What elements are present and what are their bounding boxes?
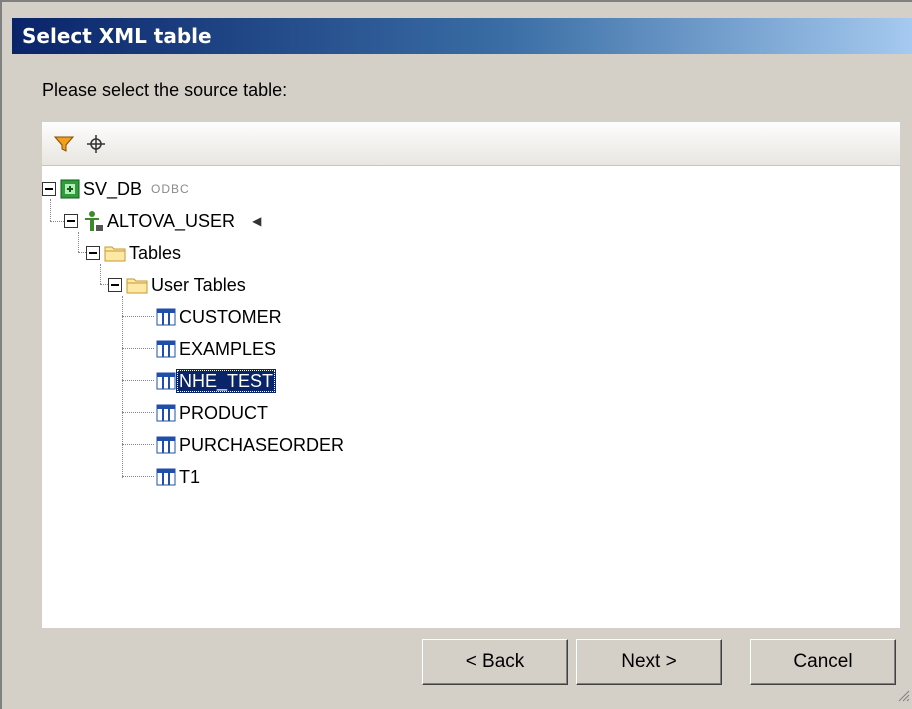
table-item[interactable]: PRODUCT	[156, 399, 271, 427]
table-tree-panel: SV_DB ODBC ALTOVA_USER ◀ Tables User Tab…	[42, 122, 900, 628]
tables-folder-label: Tables	[129, 243, 182, 263]
caret-left-icon: ◀	[252, 214, 262, 228]
tree-connector	[122, 412, 154, 413]
table-name: T1	[179, 467, 201, 487]
table-icon	[156, 468, 176, 486]
table-name: PRODUCT	[179, 403, 268, 423]
table-icon	[156, 372, 176, 390]
collapse-toggle-icon[interactable]	[64, 214, 78, 228]
table-item[interactable]: CUSTOMER	[156, 303, 285, 331]
tree-connector	[122, 296, 123, 478]
table-item-selected[interactable]: NHE_TEST	[156, 367, 277, 395]
tree-node-user-tables-folder[interactable]: User Tables	[108, 271, 249, 299]
tree-toolbar	[42, 122, 900, 166]
user-tables-folder-label: User Tables	[151, 275, 246, 295]
collapse-toggle-icon[interactable]	[86, 246, 100, 260]
tree-connector	[122, 444, 154, 445]
resize-grip-icon[interactable]	[896, 688, 910, 707]
tree-connector	[100, 264, 101, 284]
tree-node-tables-folder[interactable]: Tables	[86, 239, 184, 267]
tree-connector	[78, 232, 79, 252]
table-icon	[156, 308, 176, 326]
table-name: CUSTOMER	[179, 307, 282, 327]
user-name: ALTOVA_USER	[107, 211, 236, 231]
table-item[interactable]: PURCHASEORDER	[156, 431, 347, 459]
tree-node-datasource[interactable]: SV_DB ODBC	[42, 175, 190, 203]
tree-connector	[50, 221, 64, 222]
table-item[interactable]: T1	[156, 463, 203, 491]
locate-icon[interactable]	[84, 132, 108, 156]
folder-icon	[126, 276, 148, 294]
user-icon	[82, 210, 104, 232]
cancel-button[interactable]: Cancel	[750, 639, 896, 685]
table-name: NHE_TEST	[176, 369, 277, 393]
back-button[interactable]: < Back	[422, 639, 568, 685]
next-button[interactable]: Next >	[576, 639, 722, 685]
collapse-toggle-icon[interactable]	[108, 278, 122, 292]
database-icon	[60, 179, 80, 199]
collapse-toggle-icon[interactable]	[42, 182, 56, 196]
table-icon	[156, 436, 176, 454]
source-table-prompt: Please select the source table:	[42, 80, 288, 100]
table-name: PURCHASEORDER	[179, 435, 345, 455]
filter-icon[interactable]	[52, 132, 76, 156]
datasource-type: ODBC	[151, 182, 190, 196]
table-icon	[156, 404, 176, 422]
tree-connector	[122, 316, 154, 317]
tree-node-user[interactable]: ALTOVA_USER ◀	[64, 207, 261, 235]
folder-icon	[104, 244, 126, 262]
select-xml-table-dialog: Select XML table Please select the sourc…	[0, 0, 912, 709]
table-name: EXAMPLES	[179, 339, 277, 359]
datasource-name: SV_DB	[83, 179, 143, 199]
tree-connector	[122, 348, 154, 349]
table-icon	[156, 340, 176, 358]
table-item[interactable]: EXAMPLES	[156, 335, 279, 363]
tree-connector	[122, 380, 154, 381]
tree-connector	[122, 476, 154, 477]
dialog-title: Select XML table	[12, 18, 912, 54]
